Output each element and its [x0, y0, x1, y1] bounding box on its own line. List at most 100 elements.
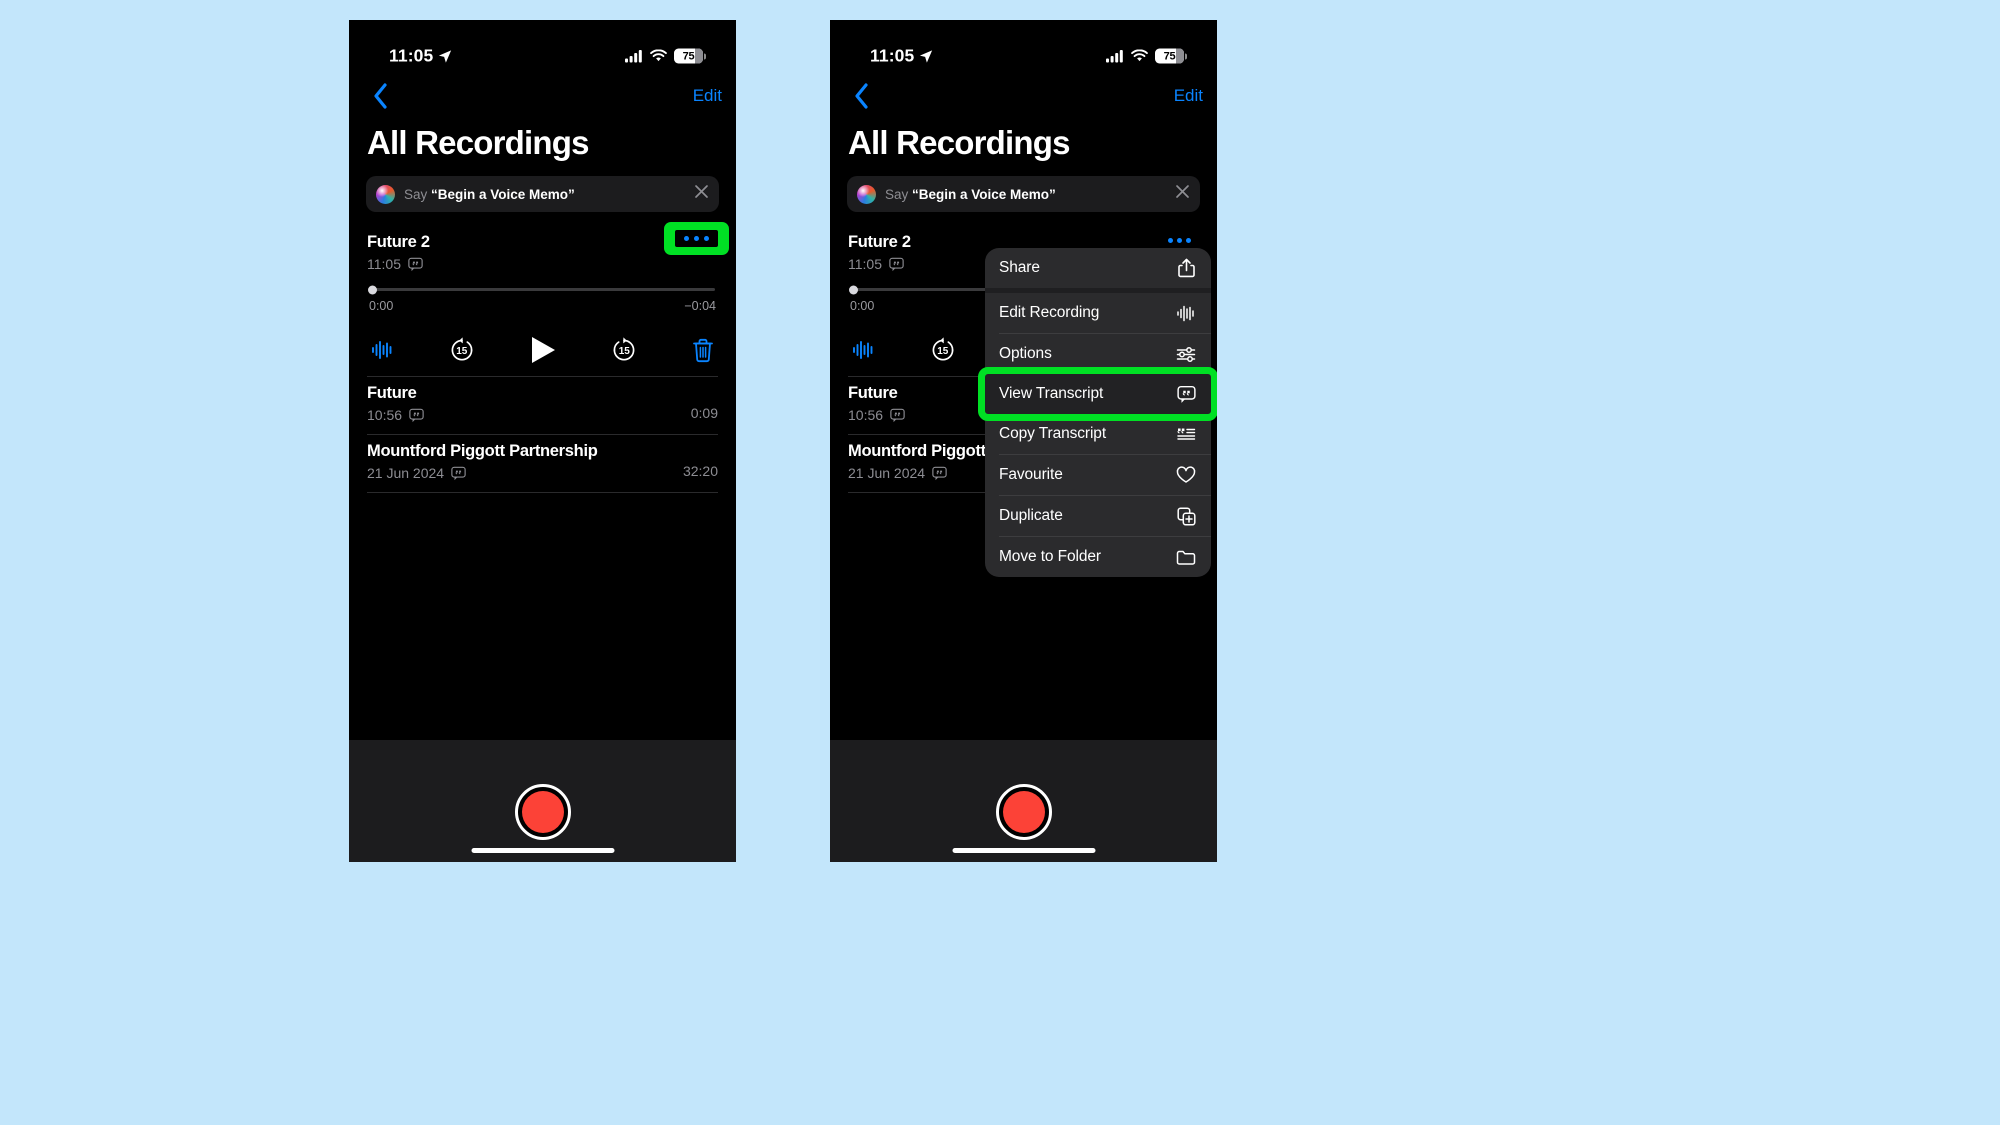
transcript-quote-icon [890, 408, 905, 422]
siri-suggestion-bar[interactable]: Say “Begin a Voice Memo” [847, 176, 1200, 212]
battery-percent-label: 75 [1163, 50, 1176, 62]
battery-remaining-fill [695, 48, 703, 64]
close-icon [695, 185, 708, 198]
battery-icon: 75 [674, 48, 706, 64]
waveform-icon [1175, 305, 1197, 322]
recording-date: 21 Jun 2024 [367, 465, 445, 481]
waveform-button[interactable] [852, 340, 875, 360]
share-icon [1175, 258, 1197, 278]
battery-icon: 75 [1155, 48, 1187, 64]
recording-header: Mountford Piggott Partnership 21 Jun 202… [367, 435, 718, 481]
list-item-recording[interactable]: Future 10:56 0:09 [367, 377, 718, 435]
chevron-left-icon [373, 83, 387, 109]
playback-controls: 15 15 [369, 335, 716, 365]
context-menu-item-copy-transcript[interactable]: Copy Transcript [985, 414, 1211, 454]
delete-button[interactable] [692, 338, 714, 363]
record-footer [349, 740, 736, 862]
recording-date: 11:05 [367, 256, 401, 272]
siri-suggestion-text: Say “Begin a Voice Memo” [885, 187, 1056, 202]
heart-icon [1175, 466, 1197, 484]
recording-title: Future [367, 384, 417, 402]
back-button[interactable] [360, 76, 400, 116]
playback-times: 0:00 −0:04 [369, 299, 716, 313]
play-icon [531, 337, 555, 363]
skip-backward-button[interactable]: 15 [929, 336, 957, 364]
recording-date: 21 Jun 2024 [848, 465, 926, 481]
context-menu-item-edit-recording[interactable]: Edit Recording [985, 293, 1211, 333]
siri-dismiss-button[interactable] [694, 184, 709, 204]
status-bar: 11:05 75 [349, 20, 736, 76]
recording-date: 11:05 [848, 256, 882, 272]
scrubber-knob[interactable] [849, 285, 858, 294]
context-menu-item-view-transcript[interactable]: View Transcript [978, 367, 1217, 421]
recordings-list: Future 2 11:05 [349, 222, 736, 493]
transcript-quote-icon [889, 257, 904, 271]
recording-meta: Future 2 11:05 [367, 232, 430, 272]
siri-suggestion-wrap: Say “Begin a Voice Memo” [349, 162, 736, 212]
context-menu-item-options[interactable]: Options [985, 334, 1211, 374]
siri-dismiss-button[interactable] [1175, 184, 1190, 204]
chevron-left-icon [854, 83, 868, 109]
more-options-button[interactable] [1160, 232, 1199, 249]
row-divider [367, 492, 718, 493]
context-menu-item-share[interactable]: Share [985, 248, 1211, 288]
record-button-icon [521, 791, 564, 833]
page-title: All Recordings [848, 124, 1070, 161]
context-menu-label: Edit Recording [999, 304, 1100, 321]
context-menu-item-duplicate[interactable]: Duplicate [985, 496, 1211, 536]
siri-orb-icon [857, 184, 876, 204]
recording-title: Mountford Piggott Partnership [367, 442, 598, 460]
waveform-button[interactable] [371, 340, 394, 360]
scrubber-knob[interactable] [368, 285, 377, 294]
wifi-icon [650, 49, 667, 62]
record-button[interactable] [514, 784, 571, 840]
screenshot-canvas: 11:05 75 Edit All Recordings Say “Begin … [0, 0, 2000, 1125]
recording-subtitle: 10:56 [848, 407, 905, 423]
list-item-recording-expanded[interactable]: Future 2 11:05 [367, 222, 729, 377]
more-ellipsis-icon [675, 230, 718, 247]
home-indicator [952, 848, 1095, 853]
battery-cap [1185, 53, 1187, 59]
recording-subtitle: 11:05 [848, 256, 911, 272]
status-bar-time-group: 11:05 [870, 46, 933, 67]
skip-backward-button[interactable]: 15 [448, 336, 476, 364]
remaining-time: −0:04 [684, 299, 716, 313]
edit-button[interactable]: Edit [693, 86, 722, 106]
context-menu-item-favourite[interactable]: Favourite [985, 455, 1211, 495]
play-button[interactable] [530, 335, 557, 365]
siri-orb-icon [376, 184, 395, 204]
siri-phrase: “Begin a Voice Memo” [912, 186, 1056, 202]
recording-subtitle: 10:56 [367, 407, 424, 423]
recording-header: Future 10:56 0:09 [367, 377, 718, 423]
context-menu-item-move-to-folder[interactable]: Move to Folder [985, 537, 1211, 577]
nav-bar: Edit [349, 76, 736, 116]
recording-meta: Future 10:56 [848, 383, 905, 423]
recording-subtitle: 11:05 [367, 256, 430, 272]
recording-duration: 32:20 [682, 463, 718, 479]
siri-suggestion-bar[interactable]: Say “Begin a Voice Memo” [366, 176, 719, 212]
record-button[interactable] [995, 784, 1052, 840]
status-bar-clock: 11:05 [389, 45, 434, 66]
playback-scrubber[interactable] [368, 285, 715, 294]
recording-duration: 0:09 [690, 405, 718, 421]
status-bar-indicators: 75 [625, 48, 706, 64]
home-indicator [471, 848, 614, 853]
transcript-quote-icon [409, 408, 424, 422]
page-title: All Recordings [367, 124, 589, 161]
more-options-button-highlighted[interactable] [664, 222, 729, 255]
back-button[interactable] [841, 76, 881, 116]
status-bar-time-group: 11:05 [389, 46, 452, 67]
status-bar-clock: 11:05 [870, 45, 915, 66]
copy-transcript-icon [1175, 425, 1197, 443]
elapsed-time: 0:00 [369, 299, 394, 313]
location-arrow-icon [439, 49, 452, 63]
edit-button[interactable]: Edit [1174, 86, 1203, 106]
siri-suggestion-wrap: Say “Begin a Voice Memo” [830, 162, 1217, 212]
skip-back-label: 15 [456, 345, 468, 357]
skip-forward-button[interactable]: 15 [610, 336, 638, 364]
record-footer [830, 740, 1217, 862]
phone-screen-right: 11:05 75 Edit All Recordings Say “Begin … [830, 20, 1217, 862]
siri-suggestion-text: Say “Begin a Voice Memo” [404, 187, 575, 202]
recording-title: Future 2 [367, 233, 430, 251]
list-item-recording[interactable]: Mountford Piggott Partnership 21 Jun 202… [367, 435, 718, 493]
